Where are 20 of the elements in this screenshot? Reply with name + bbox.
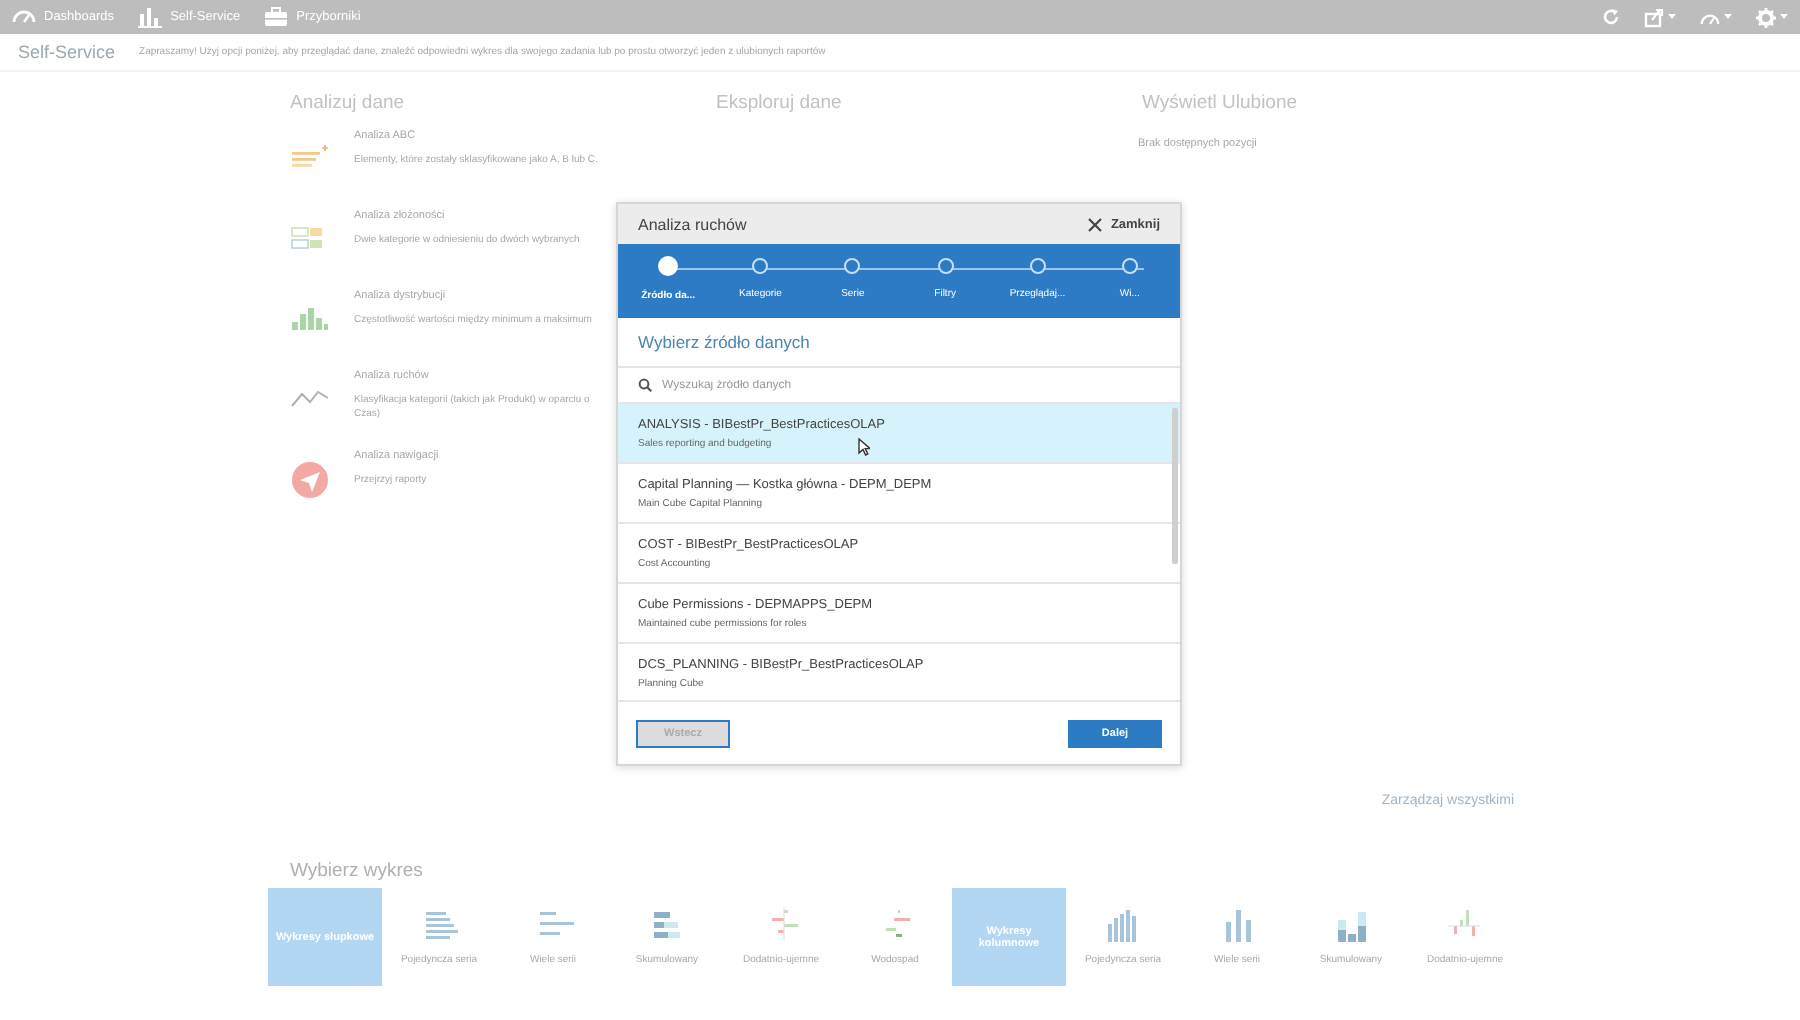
refresh-icon[interactable]: [1602, 8, 1620, 26]
caret-icon[interactable]: [1780, 14, 1788, 20]
page-title: Self-Service: [18, 42, 116, 62]
close-icon: [1088, 217, 1103, 231]
export-icon[interactable]: [1644, 7, 1664, 27]
gauge-icon: [12, 6, 36, 28]
section-heading: Wybierz wykres: [290, 860, 423, 882]
briefcase-icon: [264, 6, 289, 28]
section-heading: Eksploruj dane: [716, 92, 844, 114]
caret-icon[interactable]: [1724, 14, 1732, 20]
pointer-icon: [858, 438, 870, 456]
send-icon: [290, 462, 330, 498]
bar-chart-icon: [138, 6, 163, 28]
settings-icon[interactable]: [1756, 7, 1776, 27]
section-title: Wybierz źródło danych: [618, 318, 1180, 368]
search-icon: [638, 378, 652, 392]
dialog-title: Analiza ruchów: [638, 215, 747, 233]
caret-icon[interactable]: [1668, 14, 1676, 20]
section-heading: Analizuj dane: [290, 92, 407, 114]
section-heading: Wyświetl Ulubione: [1142, 92, 1300, 114]
